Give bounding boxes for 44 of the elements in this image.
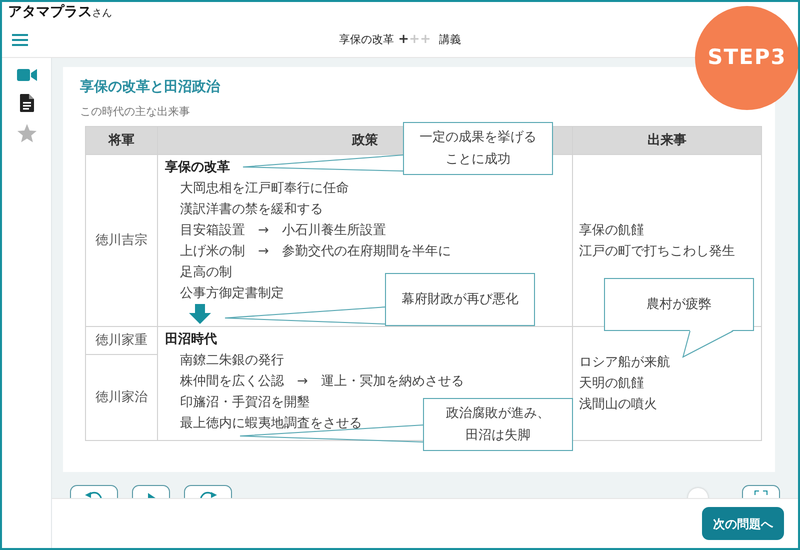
policy-item: 株仲間を広く公認 → 運上・冥加を納めさせる: [180, 373, 464, 392]
policy-heading: 享保の改革: [165, 158, 230, 178]
policy-item: 足高の制: [180, 264, 232, 282]
document-icon: [20, 94, 34, 112]
policy-item: 目安箱設置 → 小石川養生所設置: [180, 222, 386, 240]
event-item: ロシア船が来航: [579, 354, 671, 372]
column-header: 出来事: [573, 127, 761, 154]
column-header: 将軍: [86, 127, 158, 154]
user-name: アタマプラス: [8, 4, 92, 20]
policy-item: 上げ米の制 → 参勤交代の在府期間を半年に: [180, 243, 451, 262]
next-question-button[interactable]: 次の問題へ: [702, 507, 784, 540]
event-item: 江戸の町で打ちこわし発生: [579, 242, 736, 261]
lesson-title: 享保の改革: [339, 32, 394, 46]
menu-button[interactable]: [10, 32, 30, 48]
video-icon: [16, 68, 36, 82]
policy-item: 漢訳洋書の禁を緩和する: [180, 201, 323, 220]
callout-text: 政治腐敗が進み、: [446, 404, 550, 422]
level-mark: +: [420, 32, 431, 47]
lesson-type: 講義: [438, 32, 461, 46]
event-item: 浅間山の噴火: [579, 396, 658, 414]
policy-item: 大岡忠相を江戸町奉行に任命: [180, 180, 349, 198]
level-mark: +: [398, 32, 410, 47]
name-suffix: さん: [92, 8, 112, 19]
table-cell: 徳川家治: [86, 354, 157, 440]
event-item: 享保の飢饉: [579, 222, 645, 240]
table-cell-text: 徳川家重: [94, 332, 148, 350]
callout-text: 一定の成果を挙げる: [420, 128, 536, 146]
callout-text: 農村が疲弊: [646, 296, 712, 314]
table-caption: この時代の主な出来事: [80, 104, 191, 120]
section-title: 享保の改革と田沼政治: [80, 79, 222, 96]
sidebar-tab[interactable]: [18, 92, 36, 114]
star-icon: [16, 124, 36, 143]
policy-item: 印旛沼・手賀沼を開墾: [180, 394, 310, 412]
step-badge: STEP3: [695, 6, 798, 110]
expand-icon: [754, 490, 768, 498]
policy-item: 南鐐二朱銀の発行: [180, 352, 284, 370]
level-mark: +: [409, 32, 420, 47]
callout-text: 幕府財政が再び悪化: [402, 290, 518, 308]
policy-item: 最上徳内に蝦夷地調査をさせる: [180, 415, 362, 434]
table-cell-text: 徳川吉宗: [94, 232, 148, 250]
policy-item: 公事方御定書制定: [180, 285, 284, 304]
event-item: 天明の飢饉: [579, 375, 645, 394]
policy-heading: 田沼時代: [165, 331, 217, 350]
callout-text: 田沼は失脚: [466, 426, 530, 444]
